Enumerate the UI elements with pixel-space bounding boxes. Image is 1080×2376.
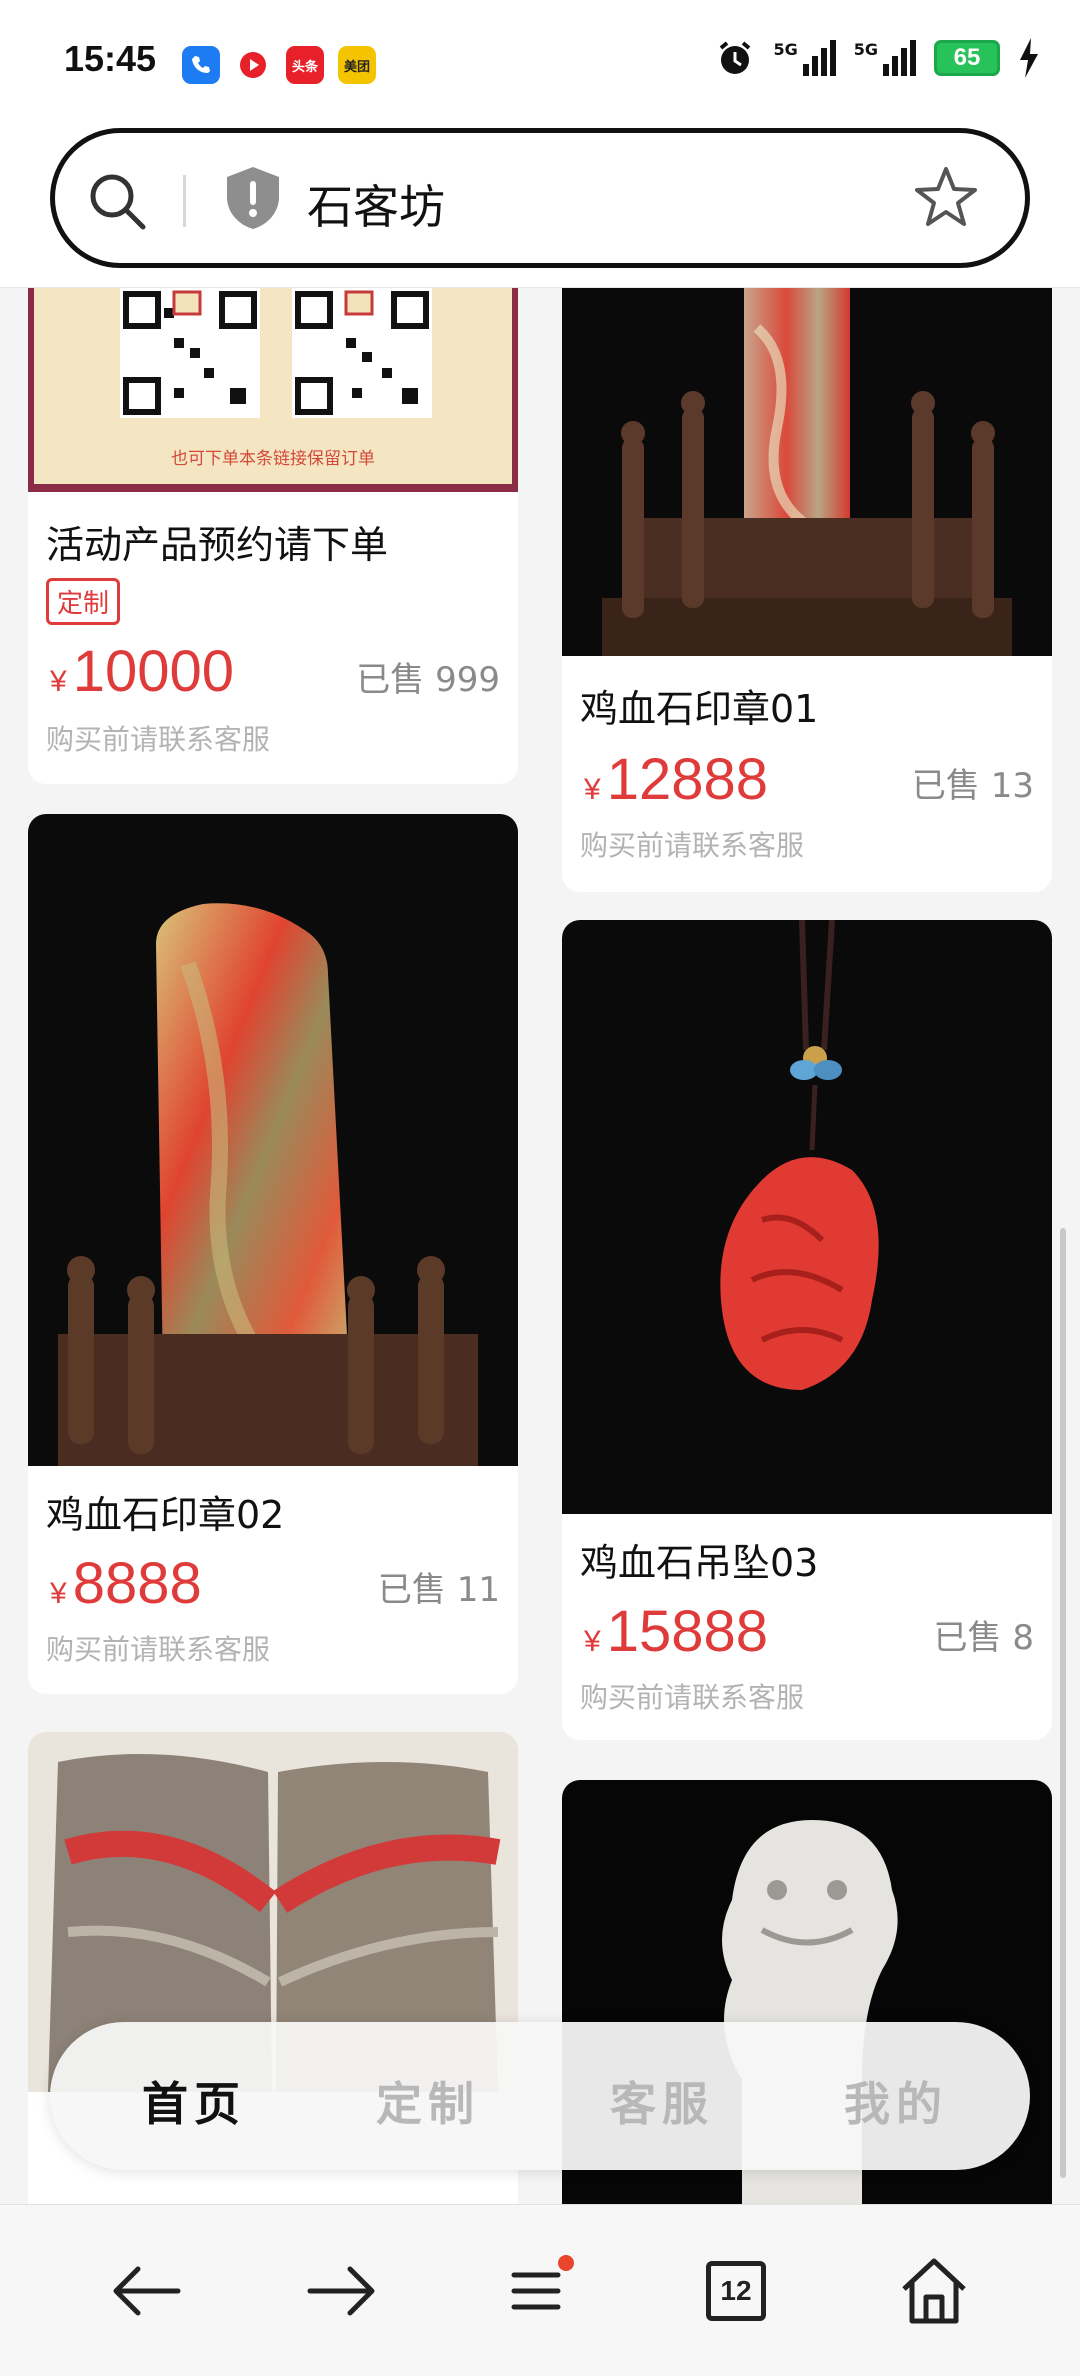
price-value: 10000 <box>72 639 234 704</box>
forward-arrow-icon[interactable] <box>304 2253 380 2329</box>
battery-indicator: 65 <box>934 40 1000 76</box>
contact-note: 购买前请联系客服 <box>46 723 271 756</box>
address-divider <box>183 175 186 227</box>
sold-count: 已售 13 <box>911 766 1034 806</box>
menu-icon[interactable] <box>500 2253 576 2329</box>
price-value: 8888 <box>72 1551 202 1616</box>
product-title[interactable]: 活动产品预约请下单 <box>46 514 388 569</box>
product-card[interactable]: 鸡血石吊坠03 ¥15888 已售 8 购买前请联系客服 <box>562 920 1052 1740</box>
contact-note: 购买前请联系客服 <box>46 1633 271 1666</box>
price-value: 15888 <box>606 1599 768 1664</box>
currency-symbol: ¥ <box>584 773 601 806</box>
sold-count: 已售 8 <box>933 1618 1034 1658</box>
home-icon[interactable] <box>896 2253 972 2329</box>
address-bar[interactable]: 石客坊 <box>50 128 1030 268</box>
feed-scrollbar[interactable] <box>1060 1228 1066 2178</box>
product-card[interactable]: 也可下单本条链接保留订单 活动产品预约请下单 定制 ¥10000 已售 999 … <box>28 288 518 784</box>
product-price: ¥12888 <box>584 746 768 813</box>
product-feed[interactable]: 也可下单本条链接保留订单 活动产品预约请下单 定制 ¥10000 已售 999 … <box>0 288 1080 2204</box>
menu-notification-dot <box>558 2255 574 2271</box>
tab-custom[interactable]: 定制 <box>376 2068 480 2134</box>
tab-customer-service[interactable]: 客服 <box>610 2068 714 2134</box>
sold-count: 已售 999 <box>356 660 500 700</box>
signal-icon-1: 5G <box>773 40 836 76</box>
qr-caption: 也可下单本条链接保留订单 <box>171 449 375 469</box>
product-card[interactable]: 鸡血石印章02 ¥8888 已售 11 购买前请联系客服 <box>28 814 518 1694</box>
product-price: ¥15888 <box>584 1598 768 1665</box>
product-image <box>562 920 1052 1514</box>
product-title[interactable]: 鸡血石印章01 <box>580 678 818 733</box>
status-right-cluster: 5G 5G 65 <box>715 38 1040 78</box>
back-arrow-icon[interactable] <box>108 2253 184 2329</box>
status-bar: 15:45 头条 美团 5G 5G 65 <box>0 0 1080 120</box>
charging-icon <box>1020 38 1038 78</box>
address-bar-container: 石客坊 <box>0 120 1080 288</box>
product-title[interactable]: 鸡血石印章02 <box>46 1484 284 1539</box>
product-title[interactable]: 鸡血石吊坠03 <box>580 1532 818 1587</box>
tab-profile[interactable]: 我的 <box>844 2068 948 2134</box>
product-card[interactable]: 鸡血石印章01 ¥12888 已售 13 购买前请联系客服 <box>562 288 1052 892</box>
signal-icon-2: 5G <box>854 40 916 76</box>
product-price: ¥10000 <box>50 638 234 705</box>
alarm-icon <box>720 41 751 74</box>
product-price: ¥8888 <box>50 1550 202 1617</box>
meituan-app-icon: 美团 <box>338 46 376 84</box>
contact-note: 购买前请联系客服 <box>580 1681 805 1714</box>
currency-symbol: ¥ <box>50 665 67 698</box>
phone-app-icon <box>182 46 220 84</box>
tab-count: 12 <box>706 2261 766 2321</box>
product-image <box>562 288 1052 656</box>
contact-note: 购买前请联系客服 <box>580 829 805 862</box>
sold-count: 已售 11 <box>377 1570 500 1610</box>
product-image: 也可下单本条链接保留订单 <box>28 288 518 492</box>
product-image <box>28 814 518 1466</box>
custom-badge: 定制 <box>46 578 121 625</box>
browser-nav-bar: 12 <box>0 2204 1080 2376</box>
bottom-tab-bar: 首页 定制 客服 我的 <box>50 2022 1030 2170</box>
currency-symbol: ¥ <box>584 1625 601 1658</box>
address-text[interactable]: 石客坊 <box>307 171 445 237</box>
toutiao-app-icon: 头条 <box>286 46 324 84</box>
tab-home[interactable]: 首页 <box>142 2068 246 2134</box>
status-time: 15:45 <box>64 38 157 79</box>
currency-symbol: ¥ <box>50 1577 67 1610</box>
video-app-icon <box>234 46 272 84</box>
tab-switcher-button[interactable]: 12 <box>698 2253 774 2329</box>
price-value: 12888 <box>606 747 768 812</box>
bookmark-star-icon[interactable] <box>913 165 979 231</box>
shield-warning-icon[interactable] <box>223 165 283 231</box>
status-app-icons: 头条 美团 <box>182 46 376 84</box>
search-icon[interactable] <box>85 169 149 233</box>
